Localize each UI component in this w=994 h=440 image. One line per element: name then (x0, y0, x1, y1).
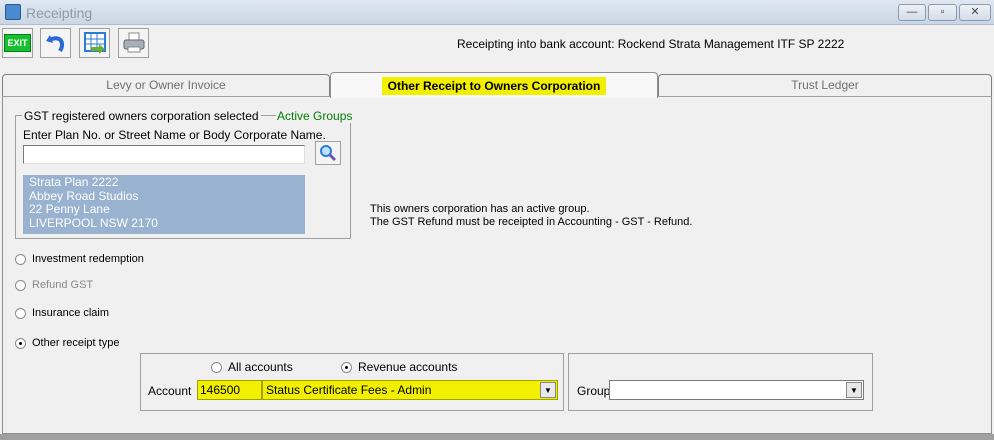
title-bar: Receipting — ▫ ✕ (0, 0, 994, 25)
export-button[interactable] (79, 28, 110, 58)
active-group-message: This owners corporation has an active gr… (370, 203, 590, 215)
radio-revenue-accounts[interactable]: Revenue accounts (341, 360, 457, 374)
close-button[interactable]: ✕ (959, 4, 991, 21)
exit-icon: EXIT (4, 34, 31, 52)
exit-button[interactable]: EXIT (2, 28, 33, 58)
minimize-button[interactable]: — (898, 4, 926, 21)
account-name-select[interactable]: Status Certificate Fees - Admin ▼ (262, 380, 558, 400)
gst-group-legend: GST registered owners corporation select… (22, 109, 261, 123)
group-select[interactable]: ▼ (609, 380, 864, 400)
tab-label: Other Receipt to Owners Corporation (381, 77, 607, 95)
active-groups-link[interactable]: Active Groups (276, 109, 354, 123)
gst-refund-message: The GST Refund must be receipted in Acco… (370, 216, 693, 228)
radio-refund-gst[interactable]: Refund GST (15, 279, 93, 291)
radio-label: Refund GST (32, 279, 94, 291)
radio-label: Revenue accounts (358, 360, 458, 374)
radio-label: Other receipt type (32, 337, 120, 349)
radio-other-receipt-type[interactable]: Other receipt type (15, 337, 119, 349)
address-line: 22 Penny Lane (29, 202, 110, 216)
address-list: Strata Plan 2222 Abbey Road Studios 22 P… (23, 175, 305, 234)
radio-circle (341, 361, 352, 373)
print-button[interactable] (118, 28, 149, 58)
app-icon (5, 4, 21, 20)
radio-circle (15, 279, 26, 291)
group-label: Group (577, 384, 611, 398)
radio-circle (211, 361, 222, 373)
tab-other-receipt[interactable]: Other Receipt to Owners Corporation (330, 72, 658, 98)
bank-account-info: Receipting into bank account: Rockend St… (457, 37, 845, 51)
radio-circle (15, 253, 26, 265)
radio-label: Insurance claim (32, 307, 110, 319)
undo-icon (45, 35, 64, 53)
address-line: Abbey Road Studios (29, 188, 139, 203)
tab-trust-ledger[interactable]: Trust Ledger (658, 74, 992, 96)
radio-circle (15, 337, 26, 349)
search-icon (320, 145, 337, 162)
calendar-export-icon (83, 32, 106, 54)
search-button[interactable] (315, 141, 341, 165)
address-line: LIVERPOOL NSW 2170 (29, 215, 158, 230)
bottom-border (0, 434, 994, 440)
account-code-input[interactable]: 146500 (197, 380, 262, 400)
maximize-button[interactable]: ▫ (928, 4, 957, 21)
tab-levy-or-owner-invoice[interactable]: Levy or Owner Invoice (2, 74, 330, 96)
radio-investment-redemption[interactable]: Investment redemption (15, 253, 144, 265)
undo-button[interactable] (40, 28, 71, 58)
address-line: Strata Plan 2222 (29, 175, 119, 189)
printer-icon (123, 32, 144, 53)
chevron-down-icon[interactable]: ▼ (846, 382, 862, 398)
plan-search-input[interactable] (23, 145, 305, 164)
radio-insurance-claim[interactable]: Insurance claim (15, 307, 109, 319)
window-title: Receipting (26, 5, 93, 21)
radio-label: Investment redemption (32, 253, 144, 265)
account-label: Account (148, 384, 192, 398)
radio-all-accounts[interactable]: All accounts (211, 360, 293, 374)
search-label: Enter Plan No. or Street Name or Body Co… (23, 128, 326, 142)
chevron-down-icon[interactable]: ▼ (540, 382, 556, 398)
radio-circle (15, 307, 26, 319)
radio-label: All accounts (228, 360, 293, 374)
account-name-value: Status Certificate Fees - Admin (266, 383, 432, 397)
